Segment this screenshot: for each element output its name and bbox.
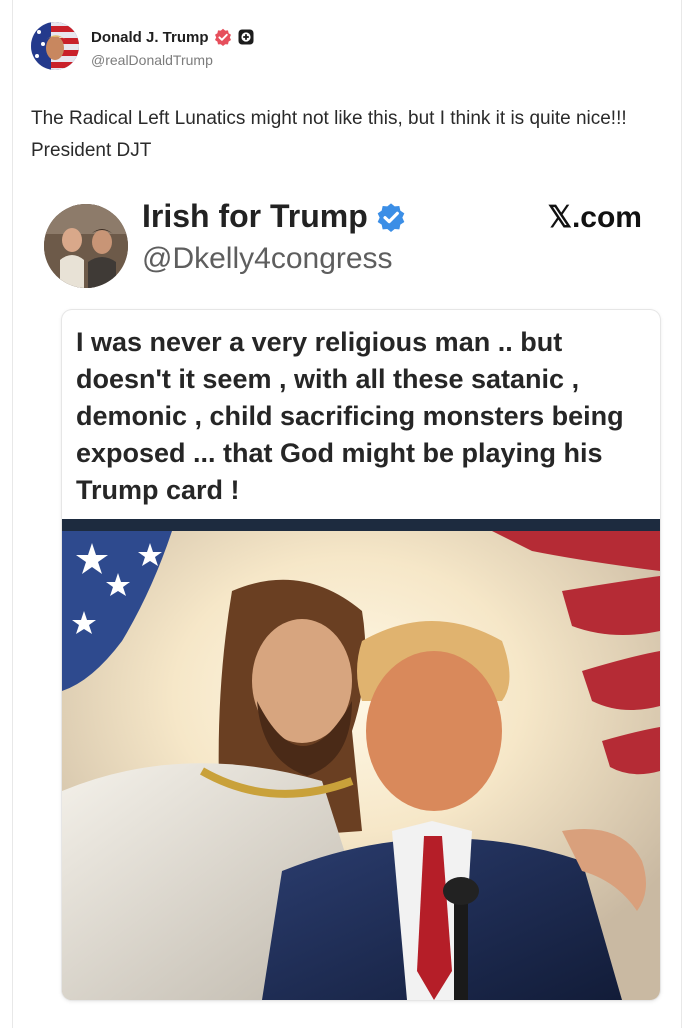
embed-site-label: 𝕏.com (547, 201, 642, 234)
embed-account-name-row: Irish for Trump (142, 198, 406, 235)
embedded-quote-text: I was never a very religious man .. but … (76, 327, 624, 505)
plus-badge-icon (238, 29, 254, 45)
verified-badge-icon (214, 28, 232, 46)
embed-avatar (44, 204, 128, 288)
post-card: Donald J. Trump @realDonaldTrump The Rad… (12, 0, 682, 1028)
quote-divider (62, 519, 660, 531)
post-header: Donald J. Trump @realDonaldTrump (31, 22, 651, 72)
illustration-image (62, 531, 660, 1000)
author-display-name[interactable]: Donald J. Trump (91, 29, 209, 46)
flag-portrait-image (31, 22, 79, 70)
embedded-quote-card: I was never a very religious man .. but … (62, 310, 660, 1000)
author-avatar[interactable] (31, 22, 79, 70)
author-name-row: Donald J. Trump (91, 27, 254, 47)
embed-account-name: Irish for Trump (142, 198, 368, 234)
embed-verified-badge-icon (376, 202, 406, 232)
post-image[interactable]: Irish for Trump @Dkelly4congress 𝕏.com I… (32, 186, 664, 1006)
embed-handle: @Dkelly4congress (142, 242, 393, 275)
author-handle[interactable]: @realDonaldTrump (91, 52, 213, 68)
post-text: The Radical Left Lunatics might not like… (31, 108, 627, 161)
